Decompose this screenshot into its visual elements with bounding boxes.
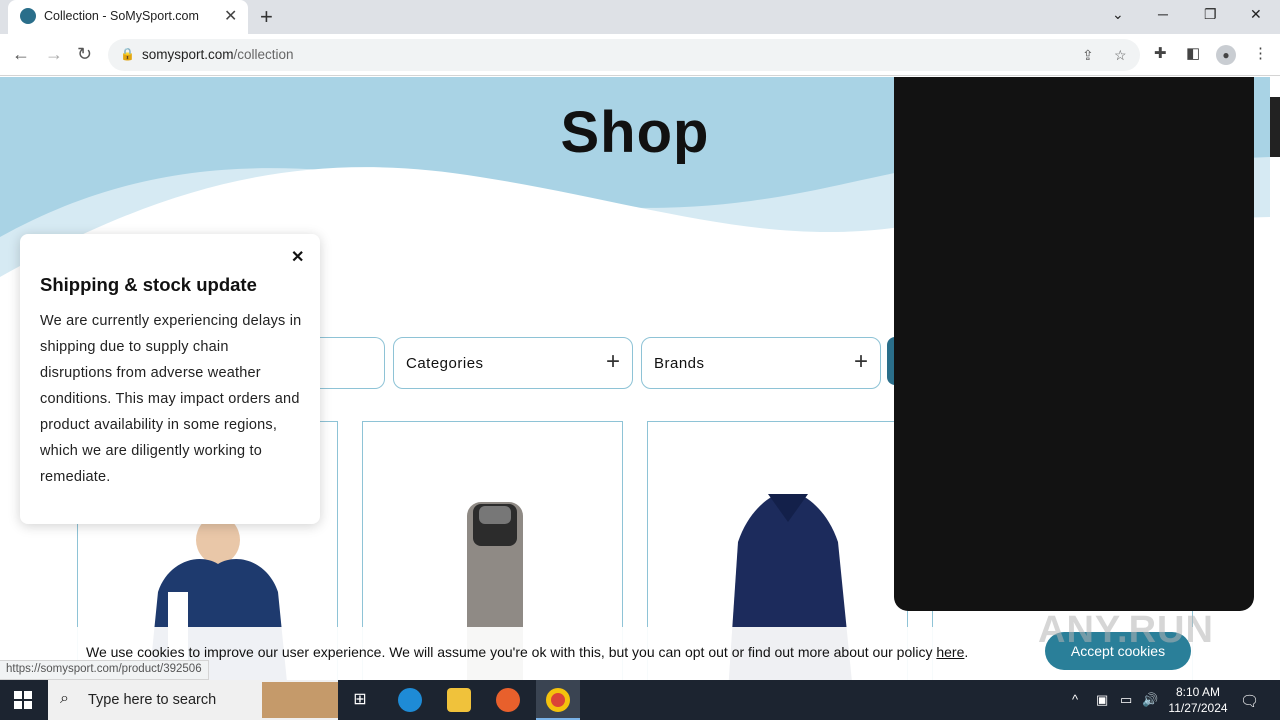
filter-categories[interactable]: Categories + xyxy=(393,337,633,389)
firefox-icon[interactable] xyxy=(496,688,520,712)
chrome-taskbar-button[interactable] xyxy=(536,680,580,720)
tab-close-icon[interactable]: ✕ xyxy=(224,6,237,26)
tab-search-chevron-icon[interactable]: ⌄ xyxy=(1112,6,1124,23)
url-path: /collection xyxy=(233,47,294,62)
popup-body: We are currently experiencing delays in … xyxy=(40,313,302,485)
tray-date: 11/27/2024 xyxy=(1168,701,1228,715)
shipping-update-popup: ✕ Shipping & stock update We are current… xyxy=(20,234,320,524)
search-icon: ⌕ xyxy=(60,690,69,707)
filter-first[interactable] xyxy=(310,337,385,389)
site-favicon-icon xyxy=(20,8,36,24)
browser-tab[interactable]: Collection - SoMySport.com ✕ xyxy=(8,0,248,34)
filter-categories-label: Categories xyxy=(406,355,484,372)
side-panel-icon[interactable]: ◧ xyxy=(1186,44,1200,62)
search-highlight-image xyxy=(262,682,338,718)
tray-chevron-icon[interactable]: ^ xyxy=(1072,692,1078,707)
popup-title: Shipping & stock update xyxy=(40,274,257,295)
forward-icon[interactable]: → xyxy=(45,44,63,65)
new-tab-icon[interactable]: + xyxy=(260,4,273,30)
cookie-message-suffix: . xyxy=(964,644,969,660)
cookie-message: We use cookies to improve our user exper… xyxy=(86,644,968,660)
reload-icon[interactable]: ↻ xyxy=(77,44,92,65)
tray-device-icon[interactable]: ▣ xyxy=(1096,692,1108,708)
dark-overlay-panel xyxy=(894,77,1254,611)
menu-dots-icon[interactable]: ⋮ xyxy=(1253,44,1268,62)
lock-icon[interactable]: 🔒 xyxy=(120,47,135,61)
expand-plus-icon: + xyxy=(853,348,868,375)
window-close-icon[interactable]: ✕ xyxy=(1250,6,1262,23)
browser-tab-bar: Collection - SoMySport.com ✕ + ⌄ ─ ❐ ✕ xyxy=(0,0,1280,34)
browser-toolbar: ← → ↻ 🔒 somysport.com/collection ⇪ ☆ ✚ ◧… xyxy=(0,34,1280,76)
taskbar-search-placeholder: Type here to search xyxy=(88,692,217,708)
tray-clock[interactable]: 8:10 AM 11/27/2024 xyxy=(1160,684,1236,716)
windows-start-icon[interactable] xyxy=(14,691,32,709)
edge-browser-icon[interactable] xyxy=(398,688,422,712)
cookie-message-text: We use cookies to improve our user exper… xyxy=(86,644,937,660)
cookie-policy-link[interactable]: here xyxy=(936,644,964,660)
profile-avatar-icon[interactable]: ● xyxy=(1216,45,1236,65)
minimize-icon[interactable]: ─ xyxy=(1158,6,1168,22)
popup-close-icon[interactable]: ✕ xyxy=(291,247,304,267)
chrome-icon xyxy=(546,688,570,712)
filter-brands-label: Brands xyxy=(654,355,705,372)
volume-icon[interactable]: 🔊 xyxy=(1142,692,1158,708)
page-content: Shop Categories + Brands + ✕ Shipping & … xyxy=(0,77,1280,680)
share-icon[interactable]: ⇪ xyxy=(1082,47,1094,64)
address-bar[interactable]: 🔒 somysport.com/collection ⇪ ☆ xyxy=(108,39,1140,71)
restore-icon[interactable]: ❐ xyxy=(1204,6,1217,23)
back-icon[interactable]: ← xyxy=(12,44,30,65)
taskbar-search-box[interactable]: ⌕ Type here to search xyxy=(48,680,338,720)
status-bar-url: https://somysport.com/product/392506 xyxy=(0,660,209,680)
watermark-logo: ANY.RUN xyxy=(1038,609,1214,651)
notification-icon[interactable]: 🗨 xyxy=(1240,692,1259,710)
extensions-puzzle-icon[interactable]: ✚ xyxy=(1154,44,1167,62)
task-view-icon[interactable]: ⊞ xyxy=(348,688,372,712)
url-domain: somysport.com xyxy=(142,47,234,62)
bookmark-star-icon[interactable]: ☆ xyxy=(1114,47,1127,64)
windows-taskbar: ⌕ Type here to search ⊞ ^ ▣ ▭ 🔊 8:10 AM … xyxy=(0,680,1280,720)
expand-plus-icon: + xyxy=(605,348,620,375)
filter-brands[interactable]: Brands + xyxy=(641,337,881,389)
url-text[interactable]: somysport.com/collection xyxy=(142,47,294,62)
tab-title: Collection - SoMySport.com xyxy=(44,9,199,23)
file-explorer-icon[interactable] xyxy=(447,688,471,712)
tray-time: 8:10 AM xyxy=(1175,685,1221,699)
network-icon[interactable]: ▭ xyxy=(1120,692,1132,708)
scrollbar-thumb[interactable] xyxy=(1270,97,1280,157)
